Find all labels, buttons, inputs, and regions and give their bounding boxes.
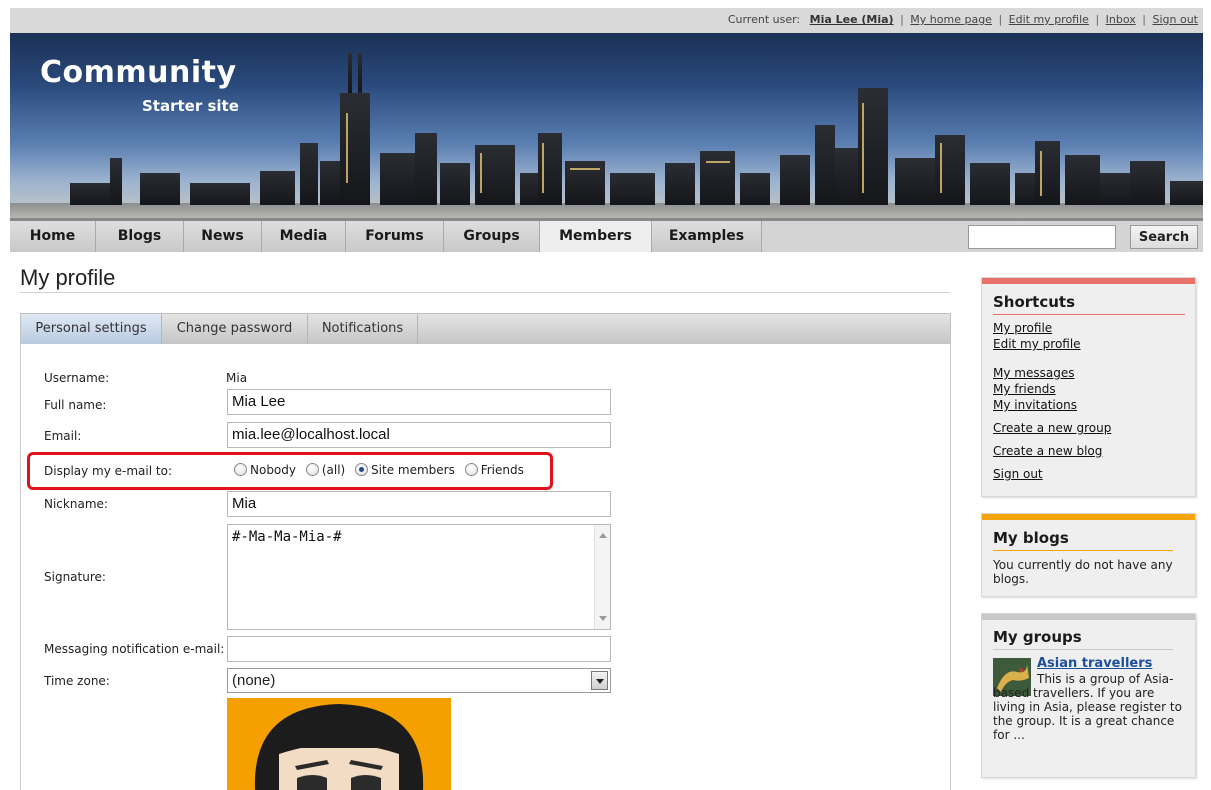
timezone-label: Time zone: (44, 674, 110, 688)
signature-textarea[interactable]: #-Ma-Ma-Mia-# (227, 524, 611, 630)
display-email-label: Display my e-mail to: (44, 464, 172, 478)
shortcut-my-friends[interactable]: My friends (993, 382, 1056, 396)
username-label: Username: (44, 371, 110, 385)
search-button[interactable]: Search (1130, 225, 1198, 249)
title-underline (993, 314, 1185, 315)
messaging-email-label: Messaging notification e-mail: (44, 642, 225, 656)
nickname-field[interactable]: Mia (227, 491, 611, 517)
personal-settings-form: Username: Mia Full name: Mia Lee Email: … (20, 344, 951, 790)
nav-tab-media[interactable]: Media (262, 221, 346, 252)
radio-friends[interactable]: Friends (464, 463, 524, 477)
nav-tab-forums[interactable]: Forums (346, 221, 444, 252)
main-nav: Home Blogs News Media Forums Groups Memb… (10, 218, 1203, 252)
shortcut-edit-my-profile[interactable]: Edit my profile (993, 337, 1081, 351)
my-blogs-panel: My blogs You currently do not have any b… (981, 513, 1196, 597)
search-input[interactable] (968, 225, 1116, 249)
username-value: Mia (226, 371, 248, 385)
tab-notifications[interactable]: Notifications (308, 314, 418, 344)
panel-accent-stripe (982, 514, 1195, 520)
current-user-link[interactable]: Mia Lee (Mia) (810, 13, 894, 26)
shortcut-my-profile[interactable]: My profile (993, 321, 1052, 335)
radio-label: (all) (321, 463, 346, 477)
nav-tab-home[interactable]: Home (10, 221, 96, 252)
radio-button-icon[interactable] (305, 463, 319, 476)
tab-personal-settings[interactable]: Personal settings (21, 314, 162, 344)
inbox-link[interactable]: Inbox (1106, 13, 1136, 26)
radio-button-checked-icon[interactable] (355, 463, 369, 476)
separator: | (1142, 13, 1146, 26)
radio-button-icon[interactable] (234, 463, 247, 476)
nav-tab-examples[interactable]: Examples (652, 221, 762, 252)
header-banner: Community Starter site (10, 33, 1203, 218)
site-logo-subtitle: Starter site (142, 97, 239, 115)
scroll-up-arrow-icon[interactable] (599, 533, 607, 538)
timezone-value: (none) (232, 672, 276, 689)
separator: | (998, 13, 1003, 26)
email-label: Email: (44, 429, 82, 443)
separator: | (900, 13, 904, 26)
my-groups-panel: My groups Asian travellers This is a gro… (981, 613, 1196, 778)
nav-tab-members[interactable]: Members (540, 221, 652, 252)
radio-label: Site members (371, 463, 455, 477)
dropdown-arrow-icon[interactable] (591, 671, 608, 690)
title-underline (993, 649, 1173, 650)
nickname-label: Nickname: (44, 497, 108, 511)
site-logo-title[interactable]: Community (40, 55, 237, 90)
user-bar: Current user: Mia Lee (Mia) | My home pa… (10, 8, 1203, 33)
shortcut-create-group[interactable]: Create a new group (993, 421, 1111, 435)
radio-all[interactable]: (all) (305, 463, 346, 477)
shortcut-my-messages[interactable]: My messages (993, 366, 1074, 380)
shortcut-sign-out[interactable]: Sign out (993, 467, 1043, 481)
shortcut-create-blog[interactable]: Create a new blog (993, 444, 1102, 458)
fullname-field[interactable]: Mia Lee (227, 389, 611, 415)
my-groups-title: My groups (993, 628, 1082, 646)
signature-label: Signature: (44, 570, 106, 584)
shortcuts-panel: Shortcuts My profile Edit my profile My … (981, 277, 1196, 497)
separator: | (1095, 13, 1100, 26)
nav-tab-news[interactable]: News (184, 221, 262, 252)
timezone-select[interactable]: (none) (227, 668, 611, 693)
nav-tab-blogs[interactable]: Blogs (96, 221, 184, 252)
radio-site-members[interactable]: Site members (355, 463, 455, 477)
panel-accent-stripe (982, 614, 1195, 620)
avatar-image (227, 698, 451, 790)
profile-tabs: Personal settings Change password Notifi… (20, 313, 951, 345)
fullname-label: Full name: (44, 398, 107, 412)
display-email-radio-group: Nobody (all) Site members Friends (234, 463, 530, 477)
group-link-asian-travellers[interactable]: Asian travellers (1037, 656, 1152, 671)
shortcut-my-invitations[interactable]: My invitations (993, 398, 1077, 412)
title-divider (20, 292, 950, 293)
my-blogs-empty-text: You currently do not have any blogs. (993, 558, 1173, 586)
messaging-email-field[interactable] (227, 636, 611, 662)
email-field[interactable]: mia.lee@localhost.local (227, 422, 611, 448)
radio-nobody[interactable]: Nobody (234, 463, 296, 477)
panel-accent-stripe (982, 278, 1195, 284)
group-description: This is a group of Asia-based travellers… (993, 672, 1182, 742)
sign-out-link[interactable]: Sign out (1152, 13, 1198, 26)
shortcuts-title: Shortcuts (993, 293, 1076, 311)
my-home-page-link[interactable]: My home page (910, 13, 992, 26)
tab-change-password[interactable]: Change password (162, 314, 308, 344)
radio-button-icon[interactable] (464, 463, 478, 476)
radio-label: Friends (480, 463, 524, 477)
page-title: My profile (20, 265, 116, 290)
avatar-cartoon-face-icon (227, 698, 451, 790)
title-underline (993, 550, 1173, 551)
signature-scrollbar[interactable] (594, 525, 610, 629)
nav-tab-groups[interactable]: Groups (444, 221, 540, 252)
edit-my-profile-link[interactable]: Edit my profile (1009, 13, 1089, 26)
signature-text: #-Ma-Ma-Mia-# (232, 529, 342, 545)
current-user-label: Current user: (727, 13, 801, 26)
my-blogs-title: My blogs (993, 529, 1069, 547)
scroll-down-arrow-icon[interactable] (599, 616, 607, 621)
radio-label: Nobody (250, 463, 296, 477)
